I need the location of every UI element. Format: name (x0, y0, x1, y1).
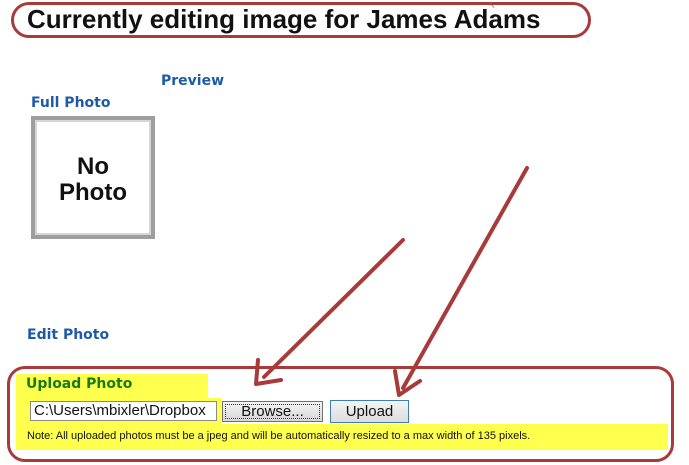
full-photo-heading: Full Photo (31, 95, 111, 111)
no-photo-line1: No (77, 153, 109, 180)
no-photo-label: No Photo (35, 154, 151, 206)
page-title: Currently editing image for James Adams (27, 4, 541, 34)
upload-annotation-oval (7, 366, 674, 462)
arrow-to-upload-button (393, 166, 529, 397)
cursor-icon: ↖ (488, 0, 496, 10)
no-photo-line2: Photo (59, 179, 127, 206)
edit-photo-heading: Edit Photo (27, 327, 110, 343)
photo-placeholder: No Photo (31, 116, 155, 239)
preview-heading: Preview (161, 73, 225, 89)
arrow-to-browse-button (254, 238, 405, 386)
